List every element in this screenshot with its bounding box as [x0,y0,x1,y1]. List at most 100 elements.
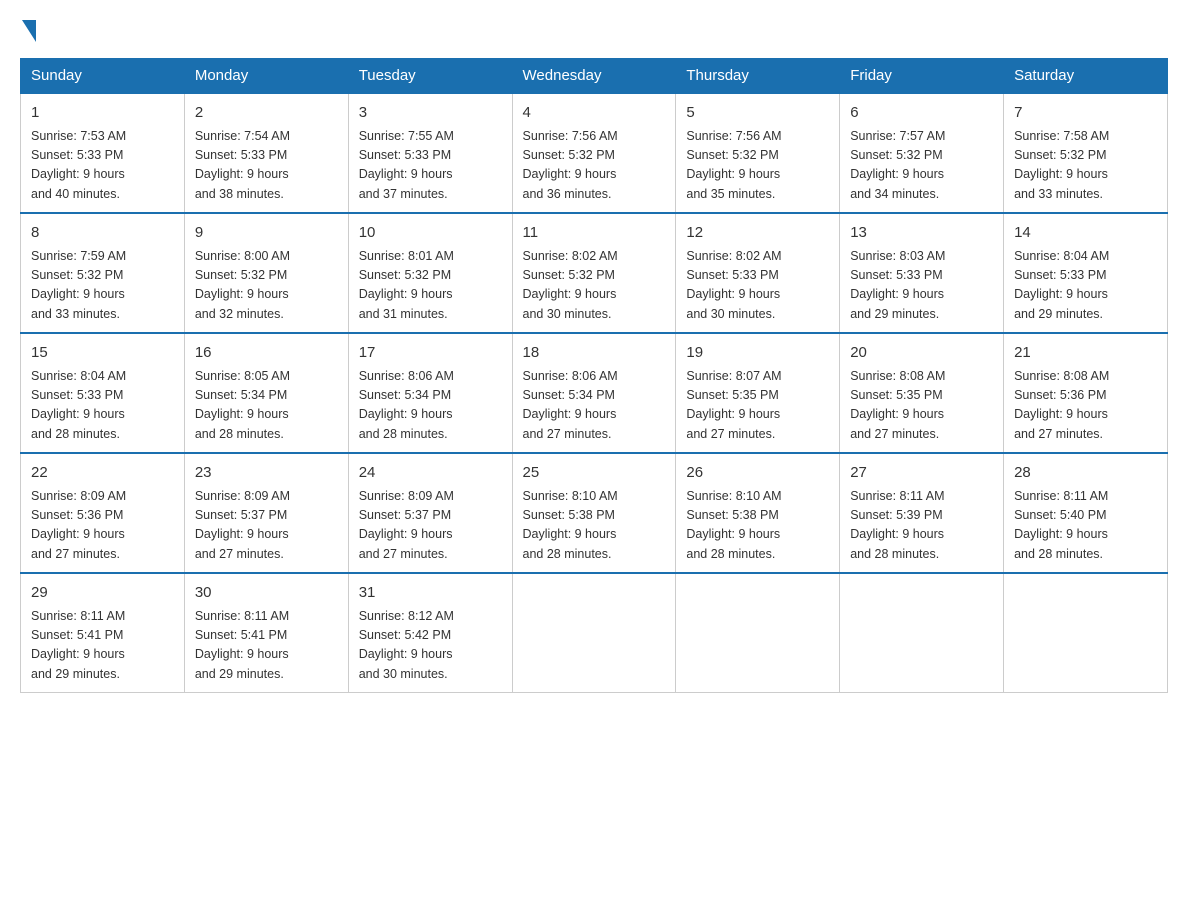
calendar-cell: 23 Sunrise: 8:09 AM Sunset: 5:37 PM Dayl… [184,453,348,573]
calendar-cell: 11 Sunrise: 8:02 AM Sunset: 5:32 PM Dayl… [512,213,676,333]
calendar-cell [1004,573,1168,693]
day-info: Sunrise: 8:07 AM Sunset: 5:35 PM Dayligh… [686,367,829,445]
day-number: 17 [359,342,502,365]
week-row-2: 8 Sunrise: 7:59 AM Sunset: 5:32 PM Dayli… [21,213,1168,333]
calendar-cell [512,573,676,693]
header-friday: Friday [840,59,1004,94]
day-number: 19 [686,342,829,365]
day-number: 14 [1014,222,1157,245]
calendar-cell: 3 Sunrise: 7:55 AM Sunset: 5:33 PM Dayli… [348,93,512,213]
day-number: 6 [850,102,993,125]
calendar-cell: 8 Sunrise: 7:59 AM Sunset: 5:32 PM Dayli… [21,213,185,333]
day-info: Sunrise: 8:11 AM Sunset: 5:40 PM Dayligh… [1014,487,1157,565]
calendar-cell: 20 Sunrise: 8:08 AM Sunset: 5:35 PM Dayl… [840,333,1004,453]
calendar-cell: 26 Sunrise: 8:10 AM Sunset: 5:38 PM Dayl… [676,453,840,573]
day-info: Sunrise: 8:12 AM Sunset: 5:42 PM Dayligh… [359,607,502,685]
day-number: 10 [359,222,502,245]
week-row-4: 22 Sunrise: 8:09 AM Sunset: 5:36 PM Dayl… [21,453,1168,573]
header-sunday: Sunday [21,59,185,94]
calendar-cell: 28 Sunrise: 8:11 AM Sunset: 5:40 PM Dayl… [1004,453,1168,573]
calendar-cell: 25 Sunrise: 8:10 AM Sunset: 5:38 PM Dayl… [512,453,676,573]
day-info: Sunrise: 8:01 AM Sunset: 5:32 PM Dayligh… [359,247,502,325]
day-number: 24 [359,462,502,485]
week-row-3: 15 Sunrise: 8:04 AM Sunset: 5:33 PM Dayl… [21,333,1168,453]
week-row-1: 1 Sunrise: 7:53 AM Sunset: 5:33 PM Dayli… [21,93,1168,213]
day-number: 15 [31,342,174,365]
day-info: Sunrise: 8:02 AM Sunset: 5:32 PM Dayligh… [523,247,666,325]
day-number: 12 [686,222,829,245]
day-info: Sunrise: 7:56 AM Sunset: 5:32 PM Dayligh… [686,127,829,205]
calendar-cell: 10 Sunrise: 8:01 AM Sunset: 5:32 PM Dayl… [348,213,512,333]
day-info: Sunrise: 8:11 AM Sunset: 5:39 PM Dayligh… [850,487,993,565]
calendar-cell: 18 Sunrise: 8:06 AM Sunset: 5:34 PM Dayl… [512,333,676,453]
day-number: 3 [359,102,502,125]
day-info: Sunrise: 8:10 AM Sunset: 5:38 PM Dayligh… [523,487,666,565]
day-info: Sunrise: 8:06 AM Sunset: 5:34 PM Dayligh… [359,367,502,445]
day-number: 9 [195,222,338,245]
header-wednesday: Wednesday [512,59,676,94]
calendar-cell: 13 Sunrise: 8:03 AM Sunset: 5:33 PM Dayl… [840,213,1004,333]
logo-arrow-icon [22,20,36,42]
day-info: Sunrise: 8:11 AM Sunset: 5:41 PM Dayligh… [195,607,338,685]
day-info: Sunrise: 8:04 AM Sunset: 5:33 PM Dayligh… [1014,247,1157,325]
day-number: 30 [195,582,338,605]
day-info: Sunrise: 7:54 AM Sunset: 5:33 PM Dayligh… [195,127,338,205]
day-info: Sunrise: 8:00 AM Sunset: 5:32 PM Dayligh… [195,247,338,325]
header-saturday: Saturday [1004,59,1168,94]
calendar-cell: 9 Sunrise: 8:00 AM Sunset: 5:32 PM Dayli… [184,213,348,333]
day-number: 8 [31,222,174,245]
calendar-cell: 1 Sunrise: 7:53 AM Sunset: 5:33 PM Dayli… [21,93,185,213]
header-tuesday: Tuesday [348,59,512,94]
day-info: Sunrise: 7:58 AM Sunset: 5:32 PM Dayligh… [1014,127,1157,205]
calendar-cell: 29 Sunrise: 8:11 AM Sunset: 5:41 PM Dayl… [21,573,185,693]
day-info: Sunrise: 7:57 AM Sunset: 5:32 PM Dayligh… [850,127,993,205]
day-info: Sunrise: 7:59 AM Sunset: 5:32 PM Dayligh… [31,247,174,325]
calendar-cell [676,573,840,693]
calendar-cell: 15 Sunrise: 8:04 AM Sunset: 5:33 PM Dayl… [21,333,185,453]
day-info: Sunrise: 7:56 AM Sunset: 5:32 PM Dayligh… [523,127,666,205]
calendar-cell: 21 Sunrise: 8:08 AM Sunset: 5:36 PM Dayl… [1004,333,1168,453]
day-number: 16 [195,342,338,365]
day-info: Sunrise: 8:06 AM Sunset: 5:34 PM Dayligh… [523,367,666,445]
day-number: 18 [523,342,666,365]
page-header [20,20,1168,42]
day-number: 31 [359,582,502,605]
day-number: 29 [31,582,174,605]
calendar-cell: 6 Sunrise: 7:57 AM Sunset: 5:32 PM Dayli… [840,93,1004,213]
day-info: Sunrise: 8:02 AM Sunset: 5:33 PM Dayligh… [686,247,829,325]
day-number: 26 [686,462,829,485]
day-info: Sunrise: 8:08 AM Sunset: 5:36 PM Dayligh… [1014,367,1157,445]
calendar-cell [840,573,1004,693]
calendar-cell: 7 Sunrise: 7:58 AM Sunset: 5:32 PM Dayli… [1004,93,1168,213]
calendar-cell: 19 Sunrise: 8:07 AM Sunset: 5:35 PM Dayl… [676,333,840,453]
calendar-cell: 2 Sunrise: 7:54 AM Sunset: 5:33 PM Dayli… [184,93,348,213]
calendar-cell: 5 Sunrise: 7:56 AM Sunset: 5:32 PM Dayli… [676,93,840,213]
calendar-cell: 16 Sunrise: 8:05 AM Sunset: 5:34 PM Dayl… [184,333,348,453]
calendar-cell: 24 Sunrise: 8:09 AM Sunset: 5:37 PM Dayl… [348,453,512,573]
calendar-cell: 17 Sunrise: 8:06 AM Sunset: 5:34 PM Dayl… [348,333,512,453]
day-info: Sunrise: 8:04 AM Sunset: 5:33 PM Dayligh… [31,367,174,445]
day-number: 13 [850,222,993,245]
calendar-cell: 22 Sunrise: 8:09 AM Sunset: 5:36 PM Dayl… [21,453,185,573]
day-info: Sunrise: 8:03 AM Sunset: 5:33 PM Dayligh… [850,247,993,325]
day-info: Sunrise: 8:09 AM Sunset: 5:36 PM Dayligh… [31,487,174,565]
day-number: 25 [523,462,666,485]
day-number: 5 [686,102,829,125]
calendar-cell: 14 Sunrise: 8:04 AM Sunset: 5:33 PM Dayl… [1004,213,1168,333]
calendar-cell: 12 Sunrise: 8:02 AM Sunset: 5:33 PM Dayl… [676,213,840,333]
day-info: Sunrise: 8:05 AM Sunset: 5:34 PM Dayligh… [195,367,338,445]
day-number: 11 [523,222,666,245]
week-row-5: 29 Sunrise: 8:11 AM Sunset: 5:41 PM Dayl… [21,573,1168,693]
day-number: 22 [31,462,174,485]
calendar-cell: 4 Sunrise: 7:56 AM Sunset: 5:32 PM Dayli… [512,93,676,213]
logo [20,20,36,42]
day-number: 28 [1014,462,1157,485]
calendar-cell: 30 Sunrise: 8:11 AM Sunset: 5:41 PM Dayl… [184,573,348,693]
day-number: 2 [195,102,338,125]
header-thursday: Thursday [676,59,840,94]
day-info: Sunrise: 7:53 AM Sunset: 5:33 PM Dayligh… [31,127,174,205]
day-number: 1 [31,102,174,125]
day-info: Sunrise: 8:10 AM Sunset: 5:38 PM Dayligh… [686,487,829,565]
day-info: Sunrise: 8:09 AM Sunset: 5:37 PM Dayligh… [195,487,338,565]
day-info: Sunrise: 8:08 AM Sunset: 5:35 PM Dayligh… [850,367,993,445]
